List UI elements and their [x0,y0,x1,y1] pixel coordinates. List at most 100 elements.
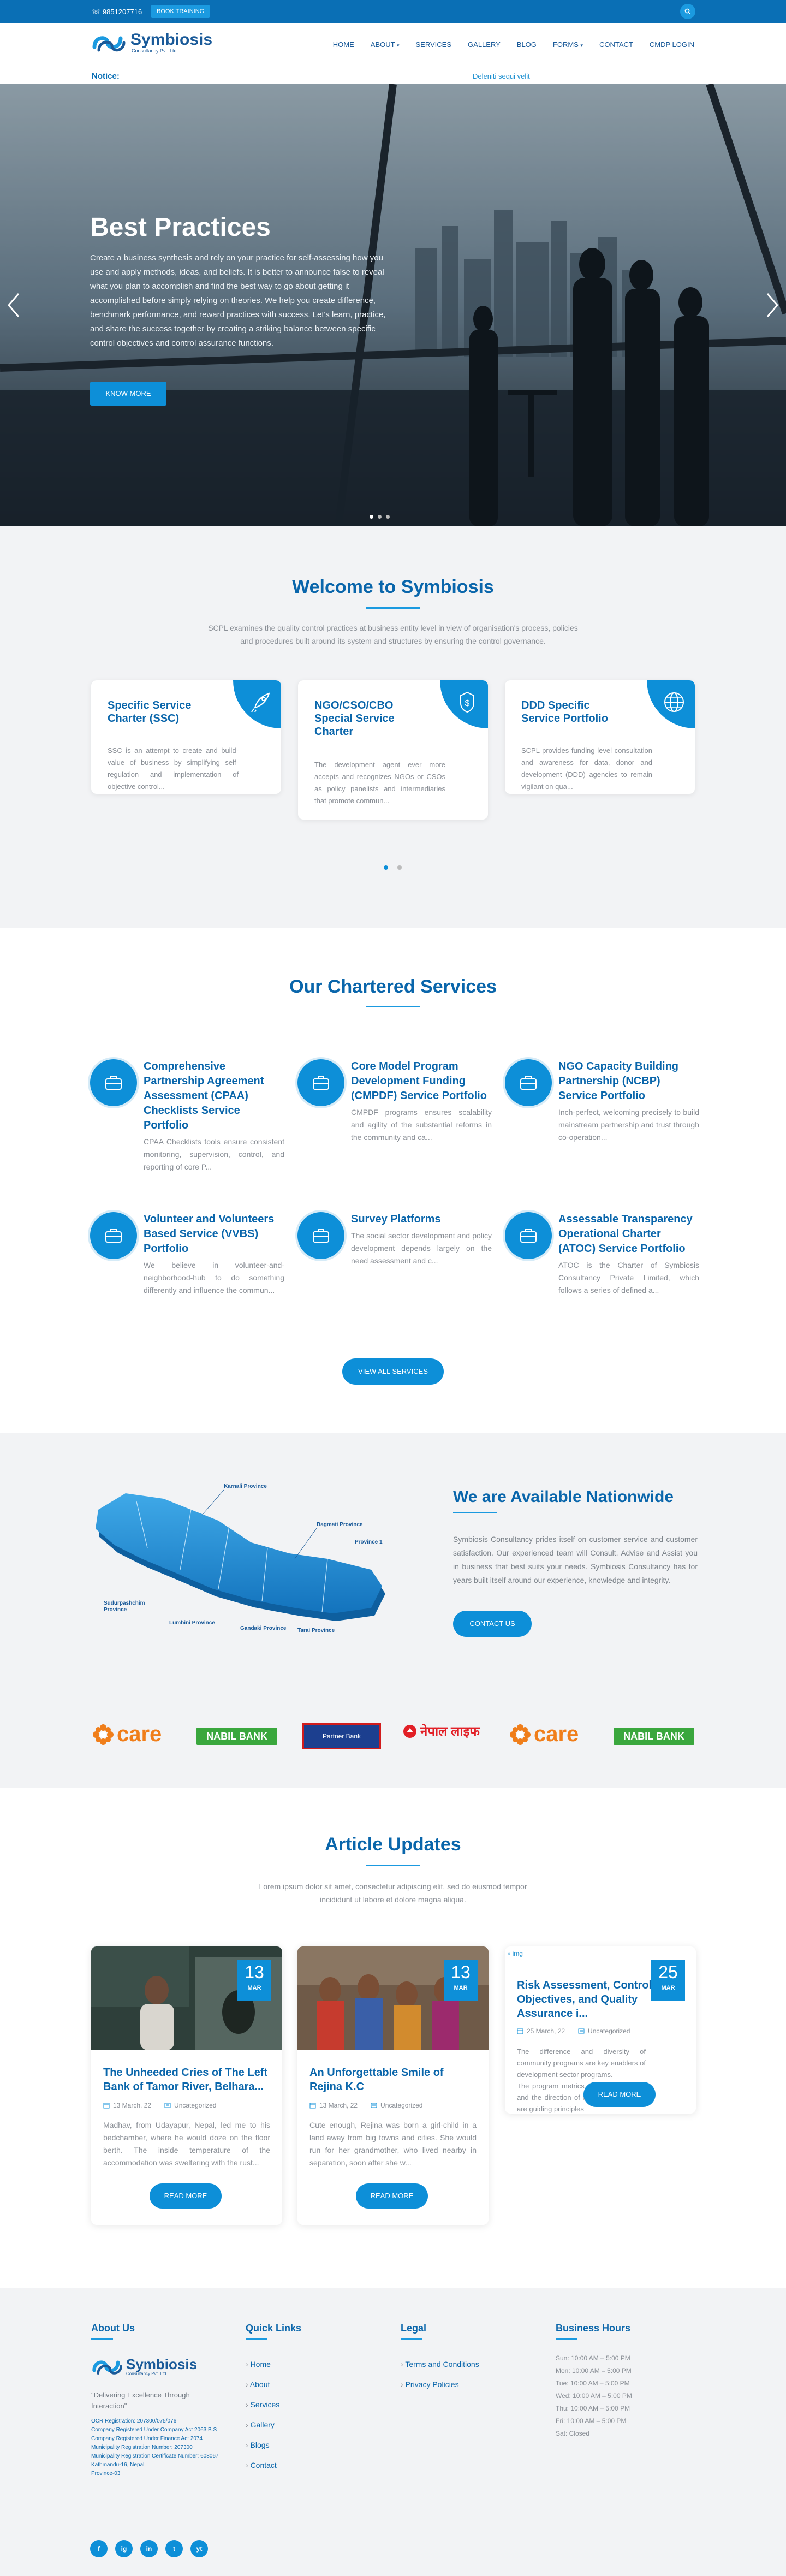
slider-dot[interactable] [378,515,382,519]
article-date: 25 March, 22 [517,2027,565,2035]
care-logo: care [509,1722,579,1747]
twitter-icon[interactable]: t [165,2540,183,2557]
nav-about[interactable]: ABOUT ▾ [371,40,400,49]
article-card[interactable]: 13 MAR The Unheeded Cries of The Left Ban… [91,1946,282,2225]
carousel-dot[interactable] [384,865,388,870]
nepal-map-image: Karnali Province Bagmati Province Provin… [96,1483,385,1634]
nav-services[interactable]: SERVICES [416,40,452,49]
read-more-button[interactable]: READ MORE [583,2082,656,2107]
card-text: SCPL provides funding level consultation… [521,746,652,791]
card-corner [233,680,281,728]
footer-link-gallery[interactable]: Gallery [246,2415,301,2435]
card-text: SSC is an attempt to create and build-va… [108,746,239,791]
site-logo[interactable]: Symbiosis Consultancy Pvt. Ltd. [91,31,212,55]
service-card[interactable]: Specific Service Charter (SSC) SSC is an… [91,680,281,794]
hours-row: Tue: 10:00 AM – 5:00 PM [556,2379,630,2387]
nav-home[interactable]: HOME [333,40,354,49]
svg-text:Karnali Province: Karnali Province [224,1483,267,1489]
article-title[interactable]: The Unheeded Cries of The Left Bank of T… [103,2065,270,2094]
nav-about-label: ABOUT [370,40,395,49]
service-item[interactable]: Assessable Transparency Operational Char… [505,1212,701,1354]
facebook-icon[interactable]: f [90,2540,108,2557]
nav-blog[interactable]: BLOG [517,40,537,49]
divider [246,2338,267,2340]
logo-name: Symbiosis [126,2355,198,2372]
calendar-icon [309,2103,316,2109]
footer-link-terms[interactable]: Terms and Conditions [401,2354,479,2375]
book-training-button[interactable]: BOOK TRAINING [151,5,210,18]
notice-message[interactable]: Deleniti sequi velit [473,72,530,80]
footer-about: About Us [91,2323,135,2340]
service-title: Core Model Program Development Funding (… [351,1060,487,1102]
globe-icon [664,692,684,712]
briefcase-icon [297,1212,344,1259]
care-flower-icon [93,1724,114,1745]
service-text: ATOC is the Charter of Symbiosis Consult… [558,1261,699,1295]
read-more-button[interactable]: READ MORE [356,2183,428,2209]
main-nav: HOME ABOUT ▾ SERVICES GALLERY BLOG FORMS… [333,40,694,49]
phone-number[interactable]: ☏ 9851207716 [92,8,142,16]
instagram-icon[interactable]: ig [115,2540,133,2557]
search-icon[interactable] [680,4,695,19]
footer-link-contact[interactable]: Contact [246,2455,301,2476]
service-item[interactable]: Survey Platforms The social sector devel… [297,1212,494,1354]
welcome-title: Welcome to Symbiosis [292,577,494,597]
nav-cmdp-login[interactable]: CMDP LOGIN [650,40,694,49]
service-item[interactable]: Volunteer and Volunteers Based Service (… [90,1212,287,1354]
slider-dot[interactable] [386,515,390,519]
slider-dot[interactable] [370,515,373,519]
nationwide-text: Symbiosis Consultancy prides itself on c… [453,1535,698,1584]
chevron-down-icon: ▾ [396,43,400,48]
hours-row: Sun: 10:00 AM – 5:00 PM [556,2354,630,2362]
service-card[interactable]: DDD Specific Service Portfolio SCPL prov… [505,680,695,794]
divider [556,2338,577,2340]
article-card[interactable]: ▫ img 25 MAR Risk Assessment, Control Obj… [505,1946,696,2114]
service-card[interactable]: $ NGO/CSO/CBO Special Service Charter Th… [298,680,488,820]
card-corner [647,680,695,728]
service-item[interactable]: NGO Capacity Building Partnership (NCBP)… [505,1059,701,1201]
chevron-left-icon[interactable] [5,292,22,319]
nabil-bank-logo: NABIL BANK [196,1728,277,1745]
article-title[interactable]: An Unforgettable Smile of Rejina K.C [309,2065,477,2094]
service-item[interactable]: Comprehensive Partnership Agreement Asse… [90,1059,287,1201]
footer-link-about[interactable]: About [246,2375,301,2395]
footer-logo[interactable]: Symbiosis Consultancy Pvt. Ltd. [91,2355,197,2377]
footer-link-privacy[interactable]: Privacy Policies [401,2375,479,2395]
article-category[interactable]: Uncategorized [164,2102,216,2109]
service-title: Assessable Transparency Operational Char… [558,1213,693,1255]
briefcase-icon [505,1059,552,1106]
briefcase-icon [505,1212,552,1259]
footer-link-home[interactable]: Home [246,2354,301,2375]
footer-heading: Quick Links [246,2323,302,2334]
youtube-icon[interactable]: yt [190,2540,208,2557]
dollar-icon: $ [460,691,474,713]
know-more-button[interactable]: KNOW MORE [90,382,166,406]
article-title[interactable]: Risk Assessment, Control Objectives, and… [517,1978,653,2021]
top-bar: ☏ 9851207716 BOOK TRAINING [0,0,786,23]
article-meta: 13 March, 22 Uncategorized [309,2102,422,2109]
view-all-services-button[interactable]: VIEW ALL SERVICES [342,1358,444,1385]
contact-us-button[interactable]: CONTACT US [453,1611,532,1637]
linkedin-icon[interactable]: in [140,2540,158,2557]
hours-row: Mon: 10:00 AM – 5:00 PM [556,2367,632,2375]
chevron-right-icon[interactable] [764,292,781,319]
card-title: DDD Specific Service Portfolio [521,699,608,725]
carousel-dot[interactable] [397,865,402,870]
social-links: f ig in t yt [90,2540,208,2557]
read-more-button[interactable]: READ MORE [150,2183,222,2209]
footer-link-blogs[interactable]: Blogs [246,2435,301,2455]
service-item[interactable]: Core Model Program Development Funding (… [297,1059,494,1201]
chevron-down-icon: ▾ [580,43,583,48]
nav-gallery[interactable]: GALLERY [468,40,501,49]
nav-contact[interactable]: CONTACT [599,40,633,49]
article-category[interactable]: Uncategorized [578,2027,630,2035]
footer-link-services[interactable]: Services [246,2395,301,2415]
card-corner: $ [440,680,488,728]
article-category[interactable]: Uncategorized [371,2102,422,2109]
nav-forms[interactable]: FORMS ▾ [553,40,583,49]
service-title: NGO Capacity Building Partnership (NCBP)… [558,1060,679,1102]
list-icon [578,2028,585,2034]
logo-subtitle: Consultancy Pvt. Ltd. [132,48,178,54]
article-card[interactable]: 13 MAR An Unforgettable Smile of Rejina K… [297,1946,489,2225]
hero-slider: Best Practices Create a business synthes… [0,84,786,526]
